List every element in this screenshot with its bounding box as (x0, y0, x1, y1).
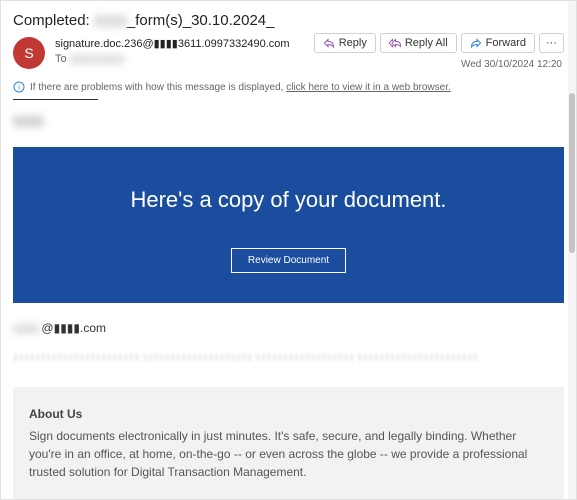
info-bar: i If there are problems with how this me… (1, 77, 576, 97)
recipient-email: ▮▮▮▮@▮▮▮▮.com (13, 321, 564, 335)
forward-button[interactable]: Forward (461, 33, 535, 53)
subject-redacted: ▮▮▮▮ (94, 12, 127, 29)
document-banner: Here's a copy of your document. Review D… (13, 147, 564, 303)
redacted-greeting: ▮▮▮▮ (13, 112, 564, 129)
forward-label: Forward (486, 37, 526, 49)
email-domain: @▮▮▮▮.com (41, 321, 106, 335)
forward-icon (470, 37, 482, 49)
reply-button[interactable]: Reply (314, 33, 376, 53)
info-icon: i (13, 81, 25, 93)
review-document-button[interactable]: Review Document (231, 248, 346, 273)
email-subject: Completed: ▮▮▮▮_form(s)_30.10.2024_ (13, 11, 564, 29)
scrollbar-thumb[interactable] (569, 93, 575, 253)
reply-all-label: Reply All (405, 37, 448, 49)
reply-icon (323, 37, 335, 49)
about-section: About Us Sign documents electronically i… (13, 387, 564, 499)
reply-all-button[interactable]: Reply All (380, 33, 457, 53)
banner-heading: Here's a copy of your document. (33, 187, 544, 213)
to-label: To (55, 53, 67, 65)
reply-all-icon (389, 37, 401, 49)
subject-suffix: _form(s)_30.10.2024_ (127, 12, 275, 29)
info-text: If there are problems with how this mess… (30, 82, 286, 93)
subject-prefix: Completed: (13, 12, 94, 29)
reply-label: Reply (339, 37, 367, 49)
scrollbar-track[interactable] (568, 1, 576, 499)
divider (13, 99, 98, 100)
about-title: About Us (29, 405, 548, 423)
about-text: Sign documents electronically in just mi… (29, 427, 548, 481)
to-redacted: ▮▮▮▮▮▮▮▮▮ (70, 53, 124, 65)
svg-text:i: i (18, 85, 20, 92)
email-timestamp: Wed 30/10/2024 12:20 (461, 59, 562, 70)
email-blur: ▮▮▮▮ (13, 321, 39, 335)
view-in-browser-link[interactable]: click here to view it in a web browser. (286, 82, 451, 93)
more-actions-button[interactable]: ··· (539, 33, 564, 53)
redacted-body-text: ▮▮▮▮▮▮▮▮▮▮▮▮▮▮▮▮▮▮▮▮▮▮▮ ▮▮▮▮▮▮▮▮▮▮▮▮▮▮▮▮… (13, 349, 564, 367)
sender-avatar: S (13, 37, 45, 69)
